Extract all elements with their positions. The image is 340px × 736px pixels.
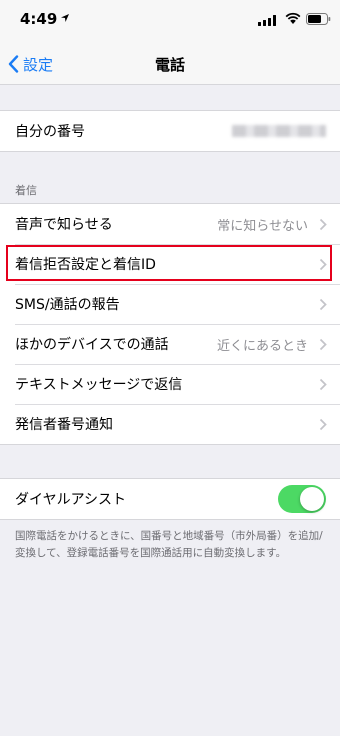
my-number-group: 自分の番号	[0, 110, 340, 152]
incoming-group: 音声で知らせる 常に知らせない 着信拒否設定と着信ID SMS/通話の報告 ほか…	[0, 203, 340, 445]
navigation-bar: 設定 電話	[0, 44, 340, 85]
row-value: 常に知らせない	[217, 218, 308, 234]
show-caller-id-row[interactable]: 発信者番号通知	[0, 404, 340, 444]
my-number-value-blurred	[232, 125, 326, 137]
dial-assist-group: ダイヤルアシスト	[0, 478, 340, 520]
cellular-signal-icon	[258, 15, 276, 26]
row-label: テキストメッセージで返信	[15, 377, 183, 393]
page-title: 電話	[154, 56, 185, 74]
status-time: 4:49	[20, 10, 58, 28]
dial-assist-label: ダイヤルアシスト	[15, 492, 127, 508]
row-label: 着信拒否設定と着信ID	[15, 257, 156, 273]
row-label: ほかのデバイスでの通話	[15, 337, 169, 353]
status-bar: 4:49	[0, 0, 340, 44]
row-label: 音声で知らせる	[15, 217, 113, 233]
location-arrow-icon	[61, 14, 69, 22]
chevron-right-icon	[319, 218, 327, 231]
dial-assist-toggle[interactable]	[278, 485, 326, 513]
call-blocking-row[interactable]: 着信拒否設定と着信ID	[0, 244, 340, 284]
row-value: 近くにあるとき	[216, 338, 308, 354]
incoming-section-header: 着信	[15, 184, 37, 197]
toggle-knob	[300, 487, 324, 511]
dial-assist-row: ダイヤルアシスト	[0, 479, 340, 519]
chevron-right-icon	[319, 418, 327, 431]
announce-calls-row[interactable]: 音声で知らせる 常に知らせない	[0, 204, 340, 244]
row-label: 発信者番号通知	[15, 417, 113, 433]
battery-icon	[306, 13, 331, 25]
sms-call-reporting-row[interactable]: SMS/通話の報告	[0, 284, 340, 324]
chevron-right-icon	[319, 338, 327, 351]
calls-on-other-devices-row[interactable]: ほかのデバイスでの通話 近くにあるとき	[0, 324, 340, 364]
row-label: SMS/通話の報告	[15, 297, 120, 313]
my-number-label: 自分の番号	[15, 124, 85, 140]
dial-assist-footer: 国際電話をかけるときに、国番号と地域番号（市外局番）を追加/変換して、登録電話番…	[15, 530, 323, 559]
chevron-right-icon	[319, 258, 327, 271]
my-number-row[interactable]: 自分の番号	[0, 111, 340, 151]
wifi-icon	[285, 12, 301, 24]
chevron-right-icon	[319, 298, 327, 311]
respond-with-text-row[interactable]: テキストメッセージで返信	[0, 364, 340, 404]
chevron-right-icon	[319, 378, 327, 391]
